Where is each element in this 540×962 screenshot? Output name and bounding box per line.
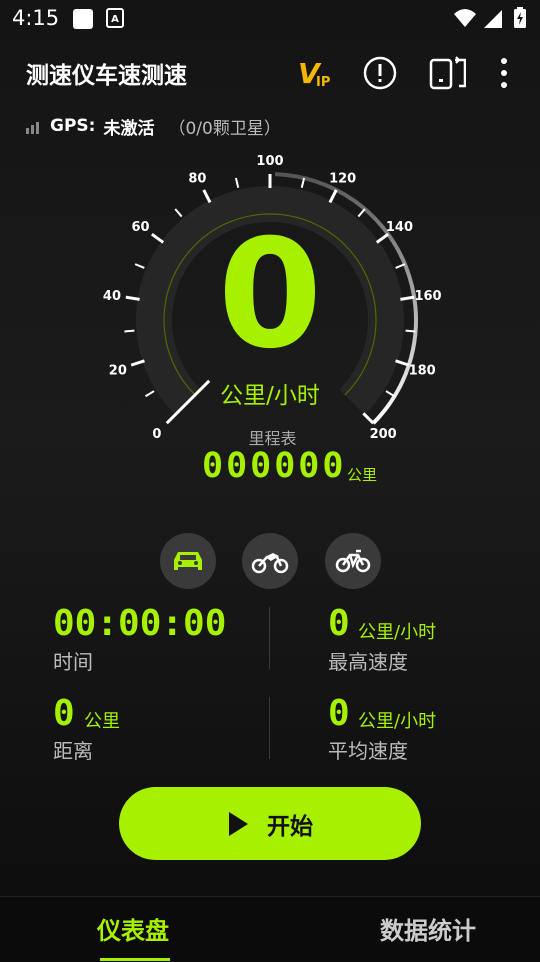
- gauge-tick-label: 60: [132, 220, 150, 235]
- app-screen: 4:15 A 测速仪车速测速 V IP GPS: 未激活 （0/0颗卫星） 0 …: [0, 0, 540, 962]
- car-icon: [174, 552, 202, 570]
- start-button[interactable]: 开始: [119, 787, 421, 860]
- info-icon[interactable]: [361, 56, 399, 90]
- gauge-tick: [134, 263, 145, 269]
- distance-unit: 公里: [84, 711, 120, 732]
- gauge-tick: [174, 208, 183, 218]
- gauge-tick: [165, 412, 178, 425]
- gauge-tick: [400, 295, 415, 301]
- odometer-unit: 公里: [347, 466, 378, 484]
- max-speed-unit: 公里/小时: [358, 622, 437, 643]
- svg-text:IP: IP: [316, 75, 330, 90]
- gauge-tick-label: 200: [370, 427, 397, 442]
- distance-value: 0: [53, 693, 75, 734]
- elapsed-time-value: 00:00:00: [53, 603, 227, 644]
- stats-divider-bottom: [269, 697, 270, 759]
- odometer-value: 000000: [202, 446, 347, 486]
- max-speed-value: 0: [328, 603, 350, 644]
- status-icons: [452, 6, 532, 30]
- gauge-tick: [385, 390, 396, 398]
- bottom-navigation: 仪表盘 数据统计: [0, 896, 540, 962]
- gauge-tick-label: 40: [103, 289, 121, 304]
- rotate-screen-icon[interactable]: [428, 56, 466, 90]
- avg-speed-label: 平均速度: [328, 739, 408, 763]
- gauge-tick: [405, 329, 416, 333]
- gauge-tick: [328, 189, 338, 204]
- square-notification-icon: [72, 8, 94, 34]
- distance-label: 距离: [53, 739, 93, 763]
- gauge-tick-label: 160: [414, 289, 441, 304]
- gps-label: GPS:: [50, 116, 96, 136]
- signal-icon: [484, 10, 502, 28]
- gauge-tick: [357, 208, 366, 218]
- gauge-tick: [395, 263, 406, 269]
- gauge-tick-label: 140: [386, 220, 413, 235]
- vehicle-motorcycle-button[interactable]: [242, 533, 298, 589]
- tab-dashboard[interactable]: 仪表盘: [97, 911, 169, 946]
- gauge-tick-label: 100: [256, 154, 283, 169]
- wifi-icon: [454, 9, 476, 27]
- vehicle-bicycle-button[interactable]: [325, 533, 381, 589]
- status-bar: 4:15 A: [0, 0, 540, 36]
- start-button-label: 开始: [267, 813, 313, 840]
- tab-statistics[interactable]: 数据统计: [380, 911, 476, 946]
- gauge-tick: [124, 329, 135, 333]
- gauge-tick: [375, 232, 389, 244]
- app-bar: 测速仪车速测速 V IP: [0, 44, 540, 100]
- status-time: 4:15: [12, 6, 60, 30]
- bicycle-icon: [335, 549, 371, 573]
- gps-satellites: （0/0颗卫星）: [168, 118, 281, 139]
- gauge-tick: [125, 295, 140, 301]
- gauge-tick: [202, 189, 212, 204]
- avg-speed-unit: 公里/小时: [358, 711, 437, 732]
- vip-icon[interactable]: V IP: [296, 56, 334, 90]
- gauge-tick: [144, 390, 155, 398]
- gauge-tick-label: 20: [109, 363, 127, 378]
- gauge-tick-label: 180: [409, 363, 436, 378]
- gauge-tick: [362, 412, 375, 425]
- current-speed: 0: [217, 208, 323, 382]
- gauge-tick-label: 120: [329, 171, 356, 186]
- stats-divider-top: [269, 607, 270, 669]
- motorcycle-icon: [251, 553, 289, 574]
- gps-status-row: GPS: 未激活 （0/0颗卫星）: [26, 114, 281, 139]
- vehicle-car-button[interactable]: [160, 533, 216, 589]
- avg-speed-value: 0: [328, 693, 350, 734]
- speed-unit: 公里/小时: [220, 383, 320, 409]
- more-vert-icon[interactable]: [486, 56, 522, 90]
- gauge-tick: [234, 177, 240, 188]
- max-speed-label: 最高速度: [328, 650, 408, 674]
- gauge-tick: [130, 359, 145, 367]
- gauge-tick-label: 0: [152, 427, 161, 442]
- svg-text:A: A: [111, 14, 119, 25]
- a-notification-icon: A: [106, 8, 124, 32]
- battery-icon: [514, 7, 526, 28]
- gps-signal-icon: [26, 119, 42, 134]
- elapsed-time-label: 时间: [53, 650, 93, 674]
- gps-status: 未激活: [103, 118, 155, 139]
- app-title: 测速仪车速测速: [26, 63, 187, 89]
- gauge-tick: [151, 232, 165, 244]
- gauge-tick-label: 80: [188, 171, 206, 186]
- gauge-tick: [395, 359, 410, 367]
- play-icon: [229, 811, 248, 836]
